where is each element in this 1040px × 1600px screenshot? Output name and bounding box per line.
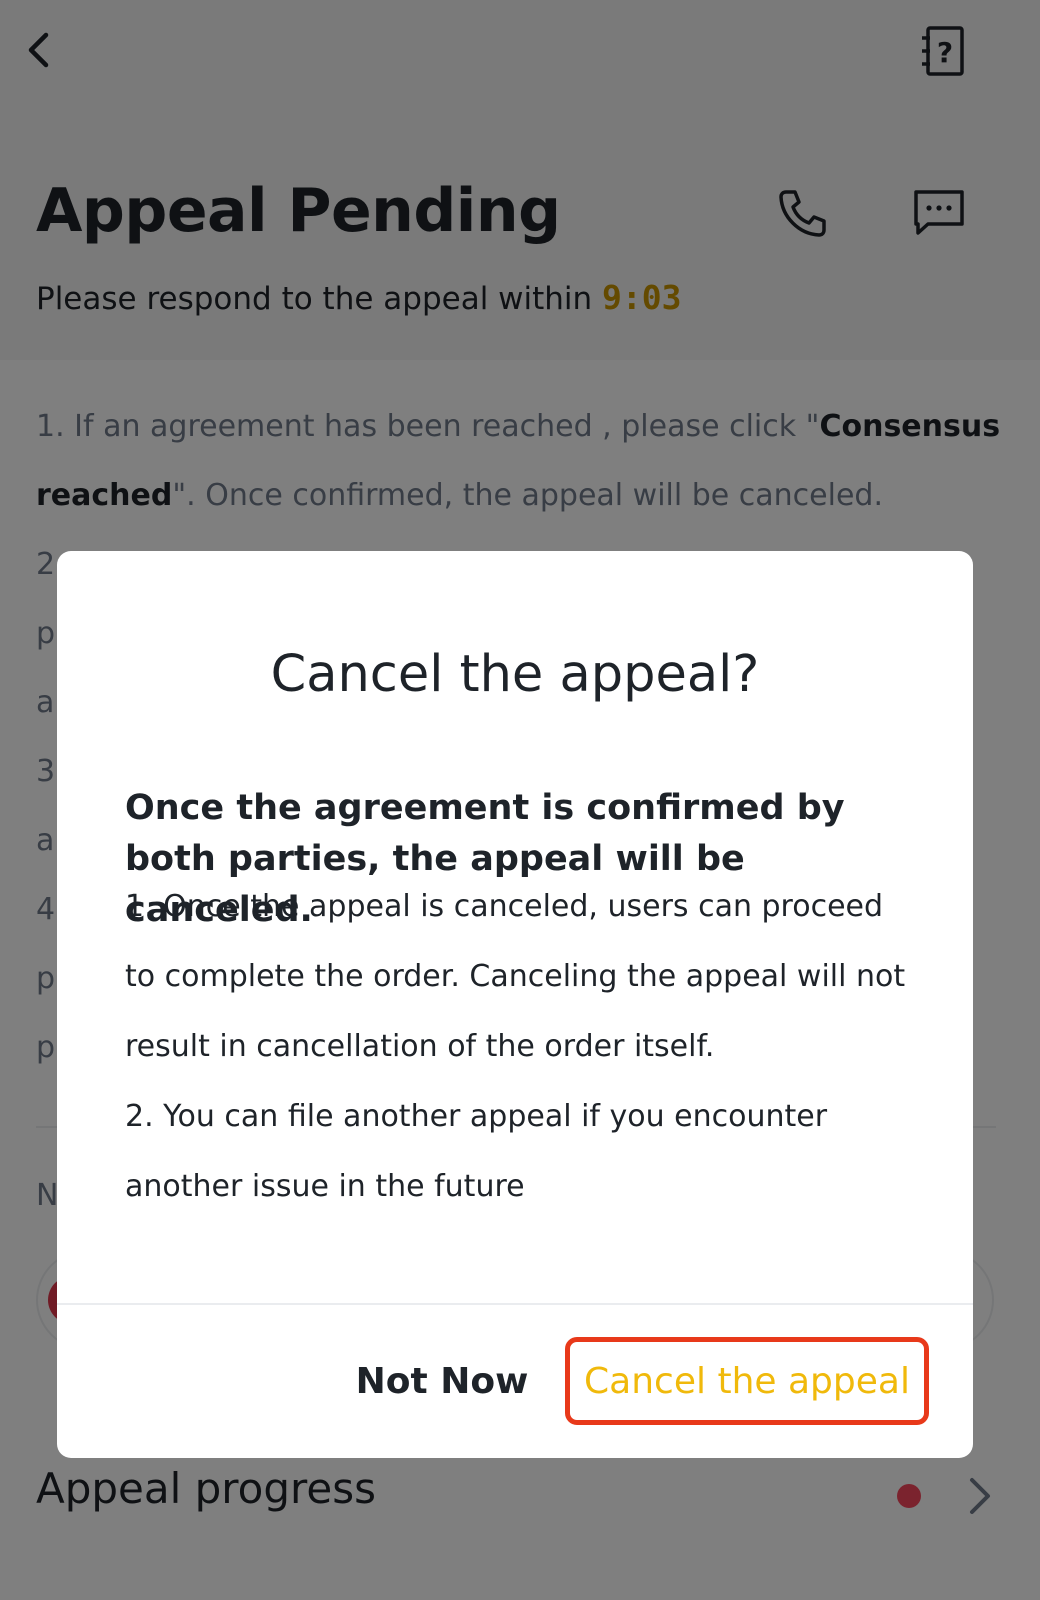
dialog-body-line: to complete the order. Canceling the app… [125,959,906,994]
cancel-appeal-button[interactable]: Cancel the appeal [565,1337,929,1425]
cancel-appeal-dialog: Cancel the appeal? Once the agreement is… [57,551,973,1458]
dialog-body-line: 1. Once the appeal is canceled, users ca… [125,889,884,924]
dialog-body-line: result in cancellation of the order itse… [125,1029,715,1064]
dialog-body-line: another issue in the future [125,1169,525,1204]
not-now-button[interactable]: Not Now [347,1341,537,1421]
dialog-body-line: 2. You can file another appeal if you en… [125,1099,828,1134]
dialog-divider [57,1303,973,1305]
dialog-title: Cancel the appeal? [270,645,760,704]
